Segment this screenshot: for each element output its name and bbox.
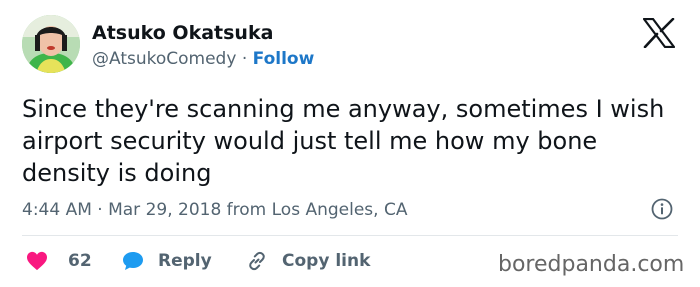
reply-label: Reply [158, 251, 212, 271]
copy-link-label: Copy link [282, 251, 371, 271]
info-icon[interactable] [651, 198, 673, 220]
tweet-timestamp[interactable]: 4:44 AM · Mar 29, 2018 from Los Angeles,… [22, 200, 407, 220]
copy-link-button[interactable]: Copy link [246, 248, 370, 274]
like-count: 62 [68, 251, 92, 271]
like-button[interactable]: 62 [26, 248, 92, 274]
watermark: boredpanda.com [498, 252, 685, 277]
follow-button[interactable]: Follow [253, 49, 315, 69]
handle-separator: · [241, 49, 248, 69]
x-logo-icon[interactable] [642, 17, 676, 49]
avatar[interactable] [22, 15, 80, 73]
tweet-text: Since they're scanning me anyway, someti… [22, 95, 665, 187]
link-icon [249, 251, 265, 271]
author-name[interactable]: Atsuko Okatsuka [92, 22, 273, 44]
divider [22, 235, 678, 236]
reply-button[interactable]: Reply [122, 248, 212, 274]
tweet-card: Atsuko Okatsuka @AtsukoComedy · Follow S… [0, 0, 700, 287]
speech-bubble-icon [123, 252, 143, 270]
heart-icon [27, 251, 47, 271]
author-handle-line: @AtsukoComedy · Follow [92, 49, 314, 69]
author-handle[interactable]: @AtsukoComedy [92, 49, 236, 69]
